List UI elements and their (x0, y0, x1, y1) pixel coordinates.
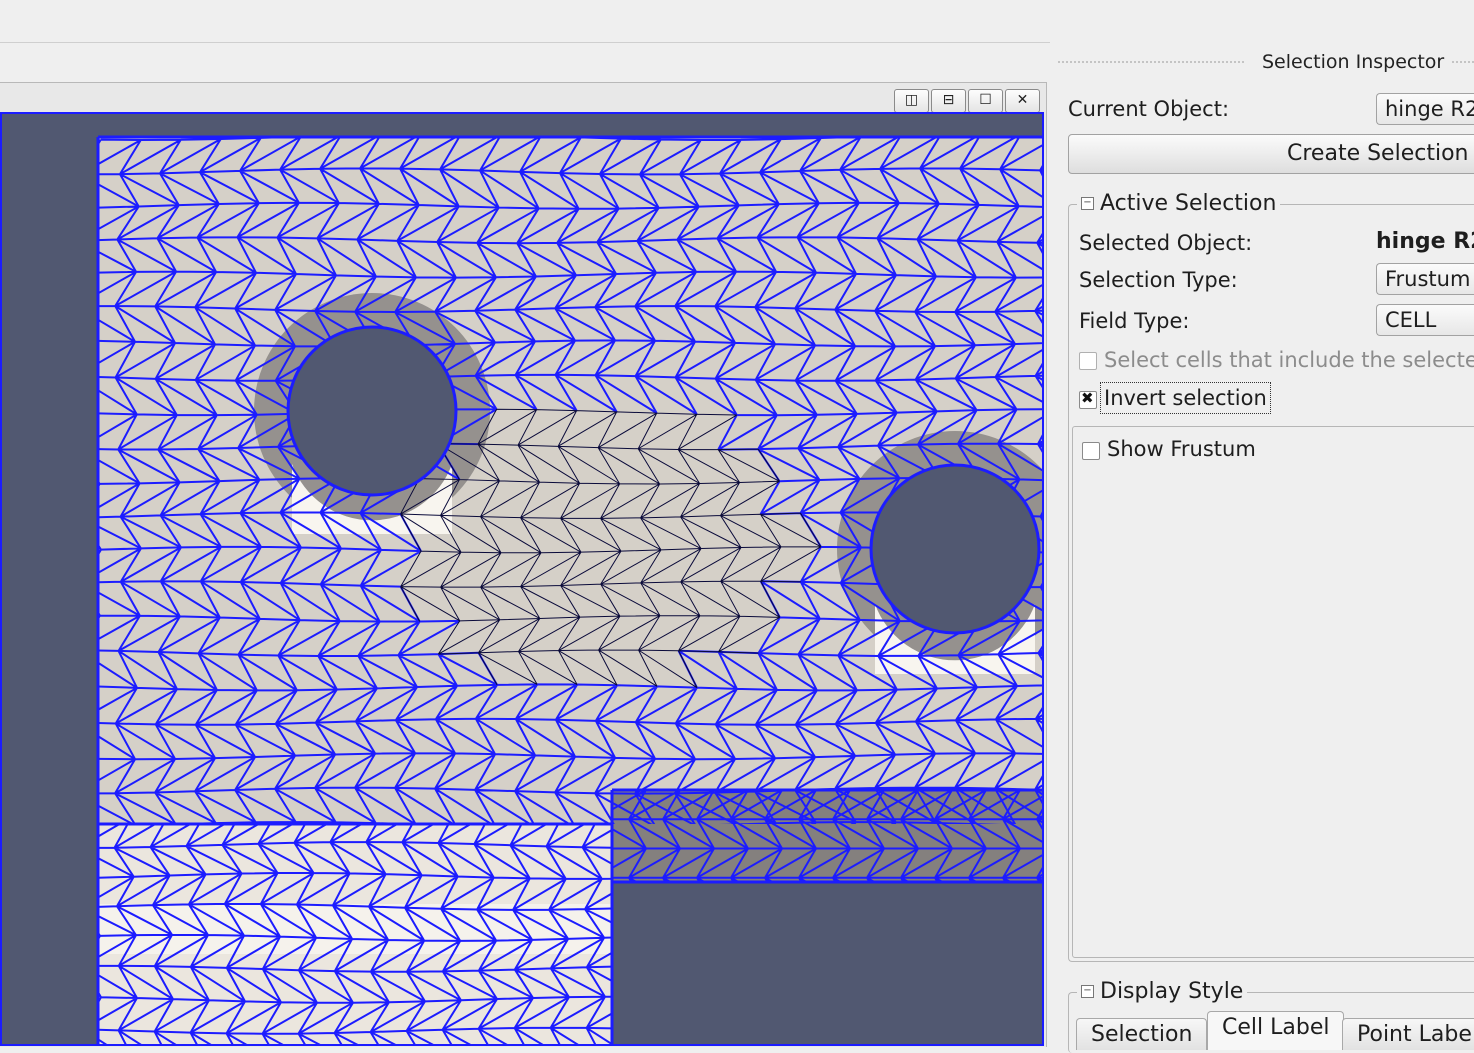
current-object-combo[interactable]: hinge R2 (1376, 93, 1474, 125)
maximize-icon: ☐ (979, 92, 992, 108)
close-icon: ✕ (1016, 92, 1029, 108)
render-viewport[interactable] (0, 112, 1044, 1046)
tab-cell-label[interactable]: Cell Label (1207, 1011, 1345, 1050)
mesh-hole-left (286, 325, 458, 497)
invert-selection-label: Invert selection (1100, 382, 1271, 414)
selected-object-label: Selected Object: (1079, 231, 1253, 255)
show-frustum-checkbox[interactable] (1082, 442, 1100, 460)
top-toolbar (0, 0, 1474, 43)
mesh-render (96, 135, 1042, 1044)
display-style-header: − Display Style (1077, 979, 1248, 1004)
frustum-options-box (1072, 426, 1474, 958)
dock-title-bar[interactable]: Selection Inspector (1050, 50, 1474, 74)
create-selection-label: Create Selection (1287, 141, 1469, 166)
selection-inspector-panel: Selection Inspector Current Object: hing… (1050, 42, 1474, 1053)
collapse-icon[interactable]: − (1081, 985, 1094, 998)
mesh-highlight-band (98, 904, 612, 954)
tab-selection[interactable]: Selection (1076, 1018, 1208, 1050)
field-type-combo[interactable]: CELL (1376, 304, 1474, 336)
split-vertical-button[interactable]: ⊟ (931, 89, 966, 113)
invert-selection-checkbox[interactable] (1079, 389, 1097, 409)
selection-type-label: Selection Type: (1079, 268, 1238, 292)
split-vertical-icon: ⊟ (942, 92, 955, 108)
show-frustum-label: Show Frustum (1107, 437, 1256, 461)
active-selection-header: − Active Selection (1077, 191, 1281, 216)
collapse-icon[interactable]: − (1081, 197, 1094, 210)
select-cells-label: Select cells that include the selecte (1104, 348, 1474, 372)
display-style-title: Display Style (1100, 979, 1244, 1004)
view-toolbar: ◫ ⊟ ☐ ✕ (894, 89, 1040, 113)
dock-grip-left (1058, 61, 1244, 67)
split-horizontal-button[interactable]: ◫ (894, 89, 929, 113)
field-type-label: Field Type: (1079, 309, 1190, 333)
mesh-hole-right (869, 463, 1041, 635)
split-horizontal-icon: ◫ (904, 92, 919, 108)
tab-point-label[interactable]: Point Labe (1342, 1018, 1474, 1050)
selection-type-combo[interactable]: Frustum (1376, 263, 1474, 295)
selected-object-value: hinge R2 (1376, 229, 1474, 254)
close-view-button[interactable]: ✕ (1005, 89, 1040, 113)
dock-grip-right (1452, 61, 1474, 67)
maximize-button[interactable]: ☐ (968, 89, 1003, 113)
create-selection-button[interactable]: Create Selection (1068, 134, 1474, 174)
current-object-label: Current Object: (1068, 97, 1230, 121)
select-cells-checkbox[interactable] (1079, 352, 1097, 370)
active-selection-title: Active Selection (1100, 191, 1277, 216)
dock-title: Selection Inspector (1262, 51, 1445, 73)
